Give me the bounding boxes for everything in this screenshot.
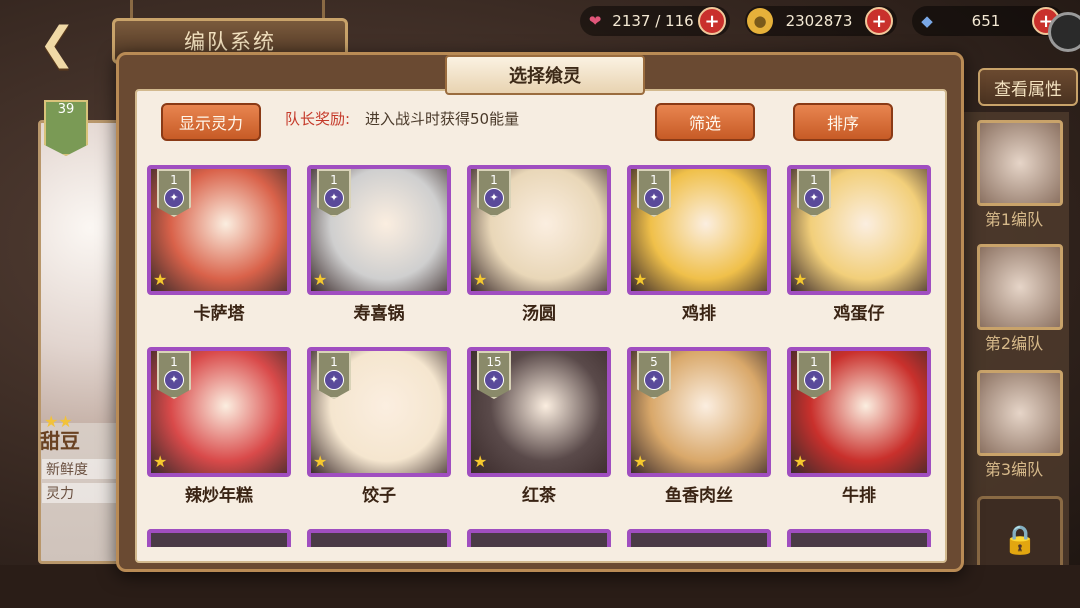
show-power-button[interactable]: 显示灵力 xyxy=(161,103,261,141)
view-attributes-button[interactable]: 查看属性 xyxy=(978,68,1078,106)
star-icon: ★ xyxy=(313,270,328,289)
star-icon: ★ xyxy=(793,452,808,471)
stamina-counter: ❤ 2137 / 116 + xyxy=(580,6,730,36)
star-icon: ★ xyxy=(473,452,488,471)
level-value: 5 xyxy=(650,355,658,369)
team-slot-2[interactable] xyxy=(977,244,1063,330)
level-badge: 1 ✦ xyxy=(637,169,671,217)
class-icon: ✦ xyxy=(164,370,184,390)
spirit-name: 饺子 xyxy=(362,486,396,506)
stamina-value: 2137 / 116 xyxy=(612,12,694,30)
crystal-value: 651 xyxy=(971,12,1001,30)
coin-icon: ● xyxy=(747,8,773,34)
back-arrow-icon: ❮ xyxy=(38,17,76,69)
level-badge: 1 ✦ xyxy=(797,351,831,399)
team-slot-1[interactable] xyxy=(977,120,1063,206)
class-icon: ✦ xyxy=(804,370,824,390)
level-value: 15 xyxy=(486,355,502,369)
spirit-card-partial[interactable] xyxy=(627,529,771,547)
crystal-icon: ◆ xyxy=(921,12,933,30)
spirit-card-partial[interactable] xyxy=(787,529,931,547)
level-value: 1 xyxy=(810,355,818,369)
spirit-card-partial[interactable] xyxy=(467,529,611,547)
modal-body: 显示灵力 队长奖励: 进入战斗时获得50能量 筛选 排序 1 ✦ ★ 卡萨塔 1 ✦ ★ 寿喜… xyxy=(135,89,947,563)
level-badge: 15 ✦ xyxy=(477,351,511,399)
class-icon: ✦ xyxy=(644,370,664,390)
spirit-name: 牛排 xyxy=(842,486,876,506)
star-icon: ★ xyxy=(793,270,808,289)
menu-circle-button[interactable] xyxy=(1048,12,1080,52)
star-icon: ★ xyxy=(633,270,648,289)
spirit-card[interactable]: 1 ✦ ★ xyxy=(787,165,931,295)
level-value: 1 xyxy=(170,355,178,369)
spirit-card-partial[interactable] xyxy=(147,529,291,547)
spirit-name: 汤圆 xyxy=(522,304,556,324)
level-badge: 1 ✦ xyxy=(157,351,191,399)
add-stamina-button[interactable]: + xyxy=(698,7,726,35)
spirit-card[interactable]: 5 ✦ ★ xyxy=(627,347,771,477)
spirit-name: 鸡蛋仔 xyxy=(833,304,885,324)
gold-value: 2302873 xyxy=(785,12,853,30)
level-badge: 1 ✦ xyxy=(157,169,191,217)
select-spirit-modal: 显示灵力 队长奖励: 进入战斗时获得50能量 筛选 排序 1 ✦ ★ 卡萨塔 1 ✦ ★ 寿喜… xyxy=(116,52,964,572)
spirit-name: 卡萨塔 xyxy=(193,304,245,324)
team-label-3: 第3编队 xyxy=(984,460,1044,479)
level-value: 1 xyxy=(810,173,818,187)
level-badge: 5 ✦ xyxy=(637,351,671,399)
level-value: 1 xyxy=(330,173,338,187)
hero-level-badge: 39 xyxy=(44,100,88,156)
star-icon: ★ xyxy=(313,452,328,471)
filter-button[interactable]: 筛选 xyxy=(655,103,755,141)
team-slot-3[interactable] xyxy=(977,370,1063,456)
star-icon: ★ xyxy=(153,270,168,289)
spirit-name: 红茶 xyxy=(522,486,556,506)
team-column: 第1编队 第2编队 第3编队 🔒 xyxy=(956,112,1069,608)
level-badge: 1 ✦ xyxy=(317,169,351,217)
level-value: 1 xyxy=(650,173,658,187)
star-icon: ★ xyxy=(473,270,488,289)
spirit-card[interactable]: 1 ✦ ★ xyxy=(147,347,291,477)
class-icon: ✦ xyxy=(644,188,664,208)
lock-icon: 🔒 xyxy=(1002,522,1038,556)
level-value: 1 xyxy=(330,355,338,369)
class-icon: ✦ xyxy=(484,188,504,208)
level-badge: 1 ✦ xyxy=(317,351,351,399)
star-icon: ★ xyxy=(153,452,168,471)
spirit-card-partial[interactable] xyxy=(307,529,451,547)
spirit-card[interactable]: 1 ✦ ★ xyxy=(307,165,451,295)
spirit-name: 辣炒年糕 xyxy=(185,486,253,506)
level-badge: 1 ✦ xyxy=(797,169,831,217)
star-icon: ★ xyxy=(633,452,648,471)
class-icon: ✦ xyxy=(804,188,824,208)
sort-button[interactable]: 排序 xyxy=(793,103,893,141)
team-label-2: 第2编队 xyxy=(984,334,1044,353)
leader-bonus-label: 队长奖励: xyxy=(285,110,351,128)
spirit-name: 寿喜锅 xyxy=(353,304,405,324)
level-value: 1 xyxy=(170,173,178,187)
level-badge: 1 ✦ xyxy=(477,169,511,217)
add-gold-button[interactable]: + xyxy=(865,7,893,35)
team-label-1: 第1编队 xyxy=(984,210,1044,229)
modal-title: 选择飨灵 xyxy=(445,55,645,95)
spirit-card[interactable]: 1 ✦ ★ xyxy=(147,165,291,295)
spirit-name: 鸡排 xyxy=(682,304,716,324)
class-icon: ✦ xyxy=(324,188,344,208)
leader-bonus-text: 进入战斗时获得50能量 xyxy=(365,110,520,128)
heart-icon: ❤ xyxy=(588,12,602,30)
spirit-card[interactable]: 15 ✦ ★ xyxy=(467,347,611,477)
spirit-card[interactable]: 1 ✦ ★ xyxy=(467,165,611,295)
spirit-card[interactable]: 1 ✦ ★ xyxy=(627,165,771,295)
class-icon: ✦ xyxy=(164,188,184,208)
back-button[interactable]: ❮ xyxy=(22,17,92,69)
level-value: 1 xyxy=(490,173,498,187)
crystal-counter: ◆ 651 + xyxy=(912,6,1064,36)
spirit-card[interactable]: 1 ✦ ★ xyxy=(787,347,931,477)
gold-counter: ● 2302873 + xyxy=(745,6,897,36)
class-icon: ✦ xyxy=(484,370,504,390)
spirit-card[interactable]: 1 ✦ ★ xyxy=(307,347,451,477)
class-icon: ✦ xyxy=(324,370,344,390)
spirit-name: 鱼香肉丝 xyxy=(665,486,733,506)
